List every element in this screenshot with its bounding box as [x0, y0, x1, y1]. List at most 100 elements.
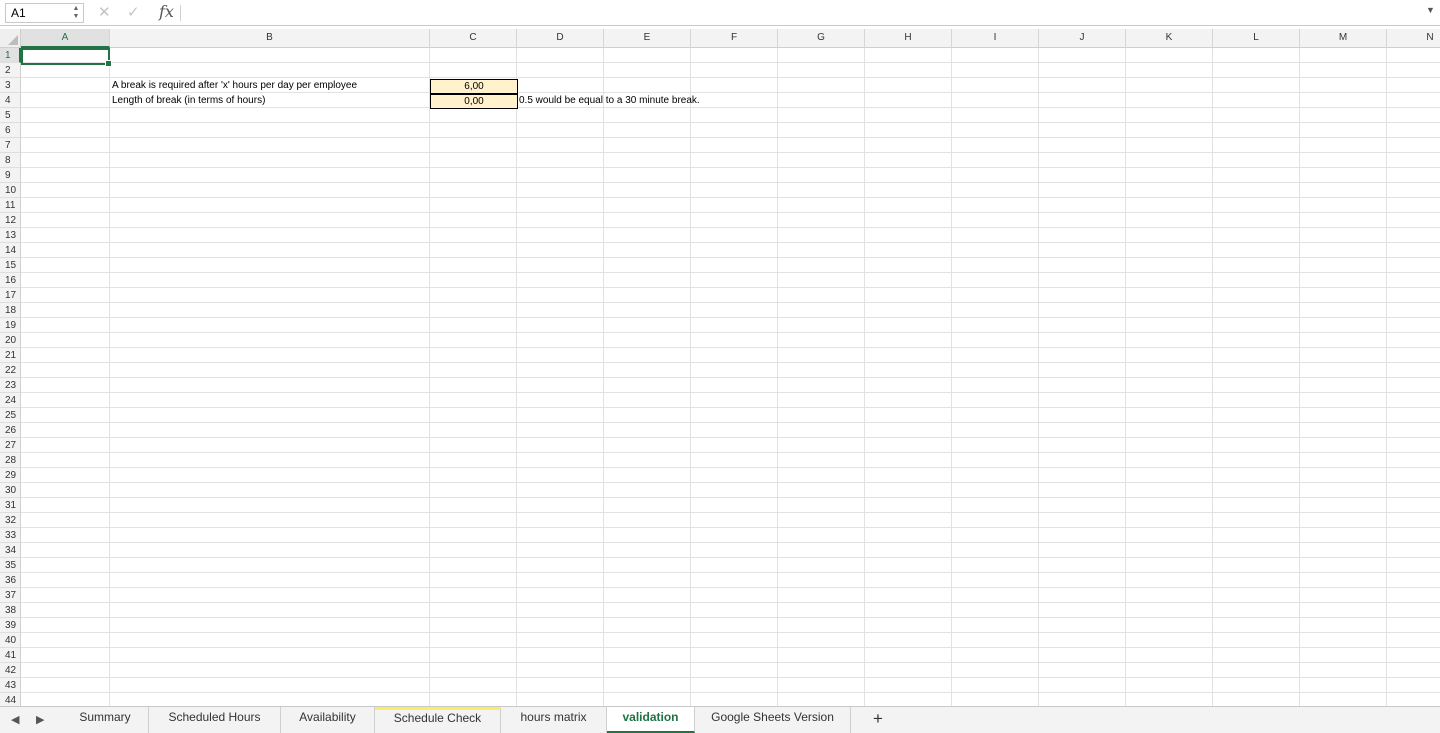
row-header-19[interactable]: 19	[0, 318, 21, 333]
worksheet-grid[interactable]: ABCDEFGHIJKLMN 1 2 3 4 5 6 7 8 9 10 11 12 13 14 15 16 17…	[0, 29, 1440, 706]
row-header-5[interactable]: 5	[0, 108, 21, 123]
column-header-i[interactable]: I	[952, 29, 1039, 48]
row-header-33[interactable]: 33	[0, 528, 21, 543]
row-header-44[interactable]: 44	[0, 693, 21, 706]
gridline-horizontal	[21, 182, 1440, 183]
gridline-horizontal	[21, 227, 1440, 228]
row-header-36[interactable]: 36	[0, 573, 21, 588]
triangle-right-icon[interactable]: ▶	[36, 713, 44, 726]
row-header-8[interactable]: 8	[0, 153, 21, 168]
row-header-20[interactable]: 20	[0, 333, 21, 348]
row-header-6[interactable]: 6	[0, 123, 21, 138]
gridline-horizontal	[21, 332, 1440, 333]
row-header-26[interactable]: 26	[0, 423, 21, 438]
gridline-horizontal	[21, 62, 1440, 63]
row-header-29[interactable]: 29	[0, 468, 21, 483]
formula-bar-divider	[180, 5, 181, 21]
row-header-9[interactable]: 9	[0, 168, 21, 183]
row-header-15[interactable]: 15	[0, 258, 21, 273]
gridline-horizontal	[21, 392, 1440, 393]
sheet-tab-schedule-check[interactable]: Schedule Check	[375, 707, 501, 733]
gridline-horizontal	[21, 497, 1440, 498]
gridline-horizontal	[21, 122, 1440, 123]
insert-function-icon[interactable]: fx	[159, 2, 174, 22]
cell-c3[interactable]: 6,00	[430, 79, 518, 94]
row-header-37[interactable]: 37	[0, 588, 21, 603]
row-header-24[interactable]: 24	[0, 393, 21, 408]
row-header-13[interactable]: 13	[0, 228, 21, 243]
row-header-12[interactable]: 12	[0, 213, 21, 228]
confirm-edit-icon[interactable]: ✓	[127, 3, 140, 23]
row-header-31[interactable]: 31	[0, 498, 21, 513]
row-header-34[interactable]: 34	[0, 543, 21, 558]
cell-d4[interactable]: 0.5 would be equal to a 30 minute break.	[517, 94, 700, 109]
row-header-3[interactable]: 3	[0, 78, 21, 93]
row-header-32[interactable]: 32	[0, 513, 21, 528]
fill-handle[interactable]	[105, 60, 112, 67]
column-header-g[interactable]: G	[778, 29, 865, 48]
column-header-j[interactable]: J	[1039, 29, 1126, 48]
sheet-tab-google-sheets-version[interactable]: Google Sheets Version	[695, 707, 851, 733]
active-cell-selection[interactable]	[21, 48, 112, 67]
row-header-42[interactable]: 42	[0, 663, 21, 678]
row-header-4[interactable]: 4	[0, 93, 21, 108]
column-header-k[interactable]: K	[1126, 29, 1213, 48]
column-header-m[interactable]: M	[1300, 29, 1387, 48]
row-header-35[interactable]: 35	[0, 558, 21, 573]
cancel-edit-icon[interactable]: ✕	[98, 3, 111, 23]
row-header-27[interactable]: 27	[0, 438, 21, 453]
row-header-28[interactable]: 28	[0, 453, 21, 468]
row-header-10[interactable]: 10	[0, 183, 21, 198]
row-header-1[interactable]: 1	[0, 48, 21, 63]
column-header-l[interactable]: L	[1213, 29, 1300, 48]
gridline-horizontal	[21, 152, 1440, 153]
formula-input[interactable]	[186, 3, 1420, 25]
cell-area[interactable]: A break is required after 'x' hours per …	[21, 48, 1440, 706]
cell-b4[interactable]: Length of break (in terms of hours)	[110, 94, 265, 109]
cell-b3[interactable]: A break is required after 'x' hours per …	[110, 79, 357, 94]
column-header-n[interactable]: N	[1387, 29, 1440, 48]
row-header-14[interactable]: 14	[0, 243, 21, 258]
column-header-b[interactable]: B	[110, 29, 430, 48]
row-header-17[interactable]: 17	[0, 288, 21, 303]
sheet-tab-validation[interactable]: validation	[607, 707, 695, 733]
name-box[interactable]: A1 ▲ ▼	[5, 3, 84, 23]
row-header-39[interactable]: 39	[0, 618, 21, 633]
column-header-h[interactable]: H	[865, 29, 952, 48]
sheet-tab-summary[interactable]: Summary	[62, 707, 149, 733]
name-box-stepper-icon[interactable]: ▲ ▼	[72, 5, 80, 21]
row-header-21[interactable]: 21	[0, 348, 21, 363]
chevron-down-icon[interactable]: ▼	[1426, 5, 1435, 15]
row-header-7[interactable]: 7	[0, 138, 21, 153]
row-header-40[interactable]: 40	[0, 633, 21, 648]
gridline-horizontal	[21, 422, 1440, 423]
select-all-corner[interactable]	[0, 29, 21, 48]
add-sheet-button[interactable]: +	[873, 709, 883, 729]
gridline-horizontal	[21, 662, 1440, 663]
row-header-23[interactable]: 23	[0, 378, 21, 393]
gridline-horizontal	[21, 557, 1440, 558]
triangle-left-icon[interactable]: ◀	[11, 713, 19, 726]
column-header-d[interactable]: D	[517, 29, 604, 48]
cell-c4[interactable]: 0,00	[430, 94, 518, 109]
row-header-43[interactable]: 43	[0, 678, 21, 693]
column-header-a[interactable]: A	[21, 29, 110, 48]
column-header-c[interactable]: C	[430, 29, 517, 48]
row-header-18[interactable]: 18	[0, 303, 21, 318]
sheet-tab-scheduled-hours[interactable]: Scheduled Hours	[149, 707, 281, 733]
column-header-e[interactable]: E	[604, 29, 691, 48]
row-header-25[interactable]: 25	[0, 408, 21, 423]
sheet-tab-availability[interactable]: Availability	[281, 707, 375, 733]
gridline-horizontal	[21, 542, 1440, 543]
row-header-30[interactable]: 30	[0, 483, 21, 498]
gridline-horizontal	[21, 677, 1440, 678]
row-header-38[interactable]: 38	[0, 603, 21, 618]
column-header-f[interactable]: F	[691, 29, 778, 48]
row-header-11[interactable]: 11	[0, 198, 21, 213]
gridline-horizontal	[21, 242, 1440, 243]
row-header-22[interactable]: 22	[0, 363, 21, 378]
sheet-tab-hours-matrix[interactable]: hours matrix	[501, 707, 607, 733]
row-header-16[interactable]: 16	[0, 273, 21, 288]
row-header-41[interactable]: 41	[0, 648, 21, 663]
row-header-2[interactable]: 2	[0, 63, 21, 78]
